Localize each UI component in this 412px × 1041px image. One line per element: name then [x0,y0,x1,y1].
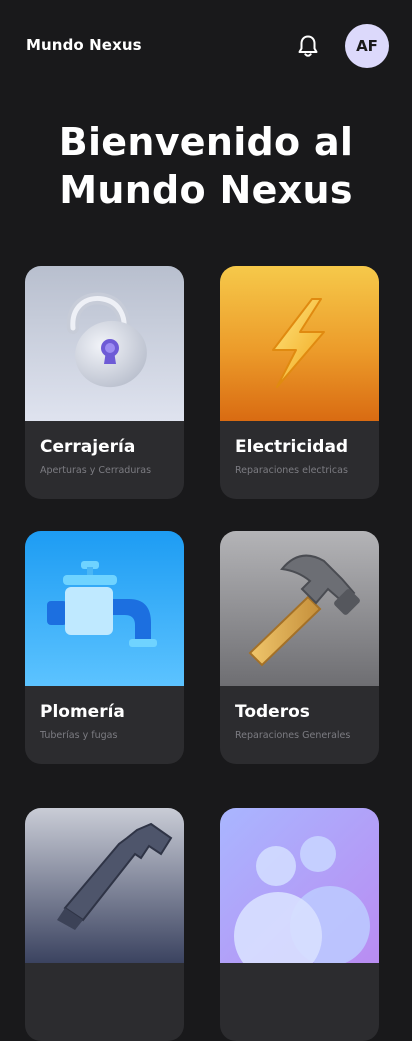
category-card-cerrajeria[interactable]: Cerrajería Aperturas y Cerraduras [25,266,184,499]
category-card-wrench[interactable] [25,808,184,1041]
category-subtitle: Tuberías y fugas [40,730,118,741]
welcome-heading: Bienvenido al Mundo Nexus [0,118,412,214]
people-icon [220,808,379,963]
category-title: Electricidad [235,437,349,457]
category-subtitle: Aperturas y Cerraduras [40,465,152,476]
welcome-line-2: Mundo Nexus [59,168,353,212]
brand-title: Mundo Nexus [26,36,142,54]
wrench-icon [25,808,184,963]
category-card-electricidad[interactable]: Electricidad Reparaciones electricas [220,266,379,499]
bell-icon[interactable] [294,32,322,60]
hammer-icon [220,531,379,686]
category-title: Plomería [40,702,125,722]
category-subtitle: Reparaciones Generales [235,730,351,741]
padlock-icon [25,266,184,421]
top-bar: Mundo Nexus AF [0,0,412,92]
welcome-line-1: Bienvenido al [58,120,354,164]
category-subtitle: Reparaciones electricas [235,465,348,476]
category-card-toderos[interactable]: Toderos Reparaciones Generales [220,531,379,764]
category-title: Cerrajería [40,437,136,457]
faucet-icon [25,531,184,686]
category-card-plomeria[interactable]: Plomería Tuberías y fugas [25,531,184,764]
category-card-people[interactable] [220,808,379,1041]
lightning-bolt-icon [220,266,379,421]
category-title: Toderos [235,702,310,722]
avatar[interactable]: AF [345,24,389,68]
